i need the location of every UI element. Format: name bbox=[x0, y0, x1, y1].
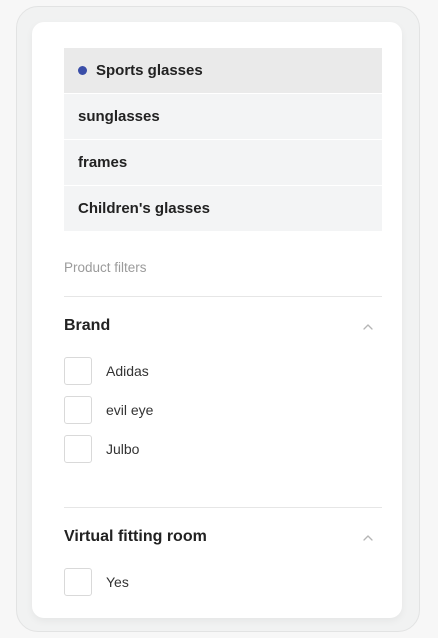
brand-option-evil-eye[interactable]: evil eye bbox=[64, 395, 153, 425]
virtual-fitting-section-title[interactable]: Virtual fitting room bbox=[64, 528, 207, 546]
category-item-frames[interactable]: frames bbox=[64, 140, 382, 185]
option-label: Yes bbox=[106, 574, 129, 590]
section-divider bbox=[64, 507, 382, 508]
product-filters-heading: Product filters bbox=[64, 260, 147, 275]
checkbox[interactable] bbox=[64, 568, 92, 596]
option-label: evil eye bbox=[106, 402, 154, 418]
category-label: sunglasses bbox=[78, 108, 160, 125]
category-label: frames bbox=[78, 154, 128, 171]
category-label: Children's glasses bbox=[78, 200, 210, 217]
option-label: Adidas bbox=[106, 363, 149, 379]
category-item-sports-glasses[interactable]: Sports glasses bbox=[64, 48, 382, 93]
chevron-up-icon[interactable] bbox=[361, 322, 375, 332]
filters-divider bbox=[64, 296, 382, 297]
category-list: Sports glasses sunglasses frames Childre… bbox=[64, 48, 382, 232]
checkbox[interactable] bbox=[64, 396, 92, 424]
selected-dot-icon bbox=[78, 66, 87, 75]
checkbox[interactable] bbox=[64, 435, 92, 463]
brand-section-title[interactable]: Brand bbox=[64, 317, 110, 335]
category-label: Sports glasses bbox=[96, 62, 203, 79]
category-item-sunglasses[interactable]: sunglasses bbox=[64, 94, 382, 139]
option-label: Julbo bbox=[106, 441, 140, 457]
brand-option-adidas[interactable]: Adidas bbox=[64, 356, 149, 386]
chevron-up-icon[interactable] bbox=[361, 533, 375, 543]
brand-option-julbo[interactable]: Julbo bbox=[64, 434, 139, 464]
checkbox[interactable] bbox=[64, 357, 92, 385]
virtual-fitting-option-yes[interactable]: Yes bbox=[64, 567, 129, 597]
category-item-childrens-glasses[interactable]: Children's glasses bbox=[64, 186, 382, 231]
